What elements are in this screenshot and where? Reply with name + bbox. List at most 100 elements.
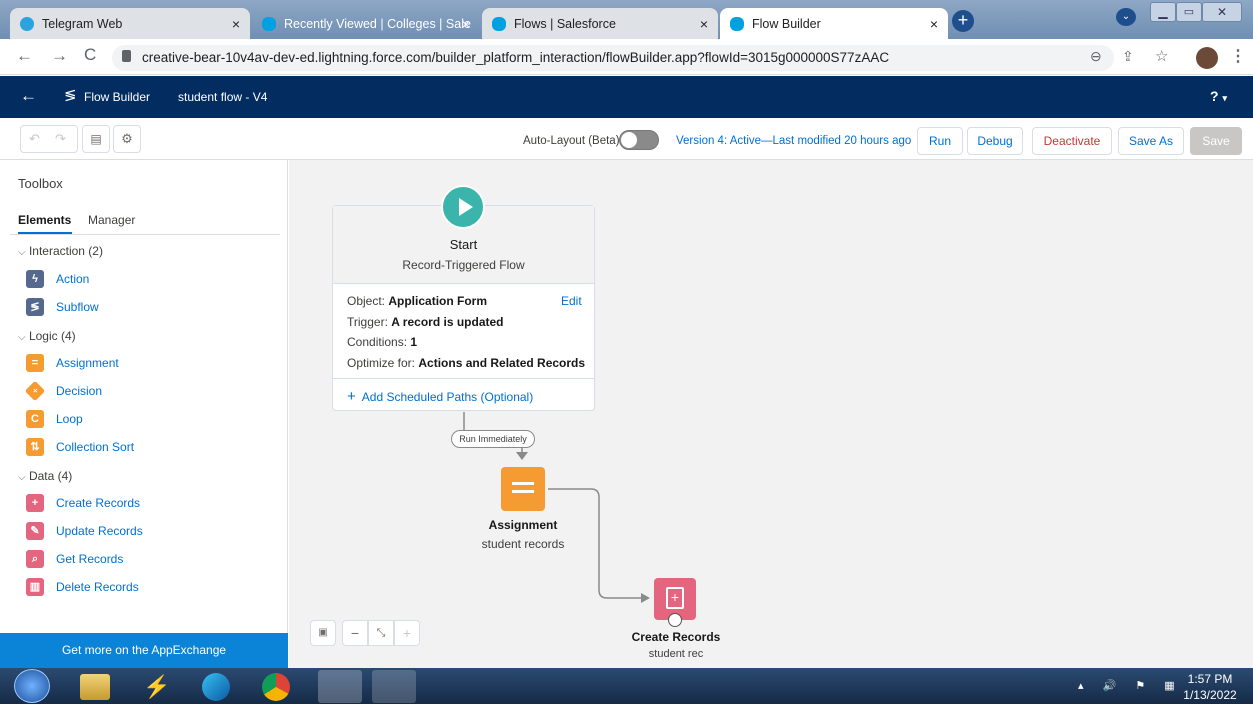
auto-layout-toggle[interactable] (619, 130, 659, 150)
debug-button[interactable]: Debug (967, 127, 1023, 155)
media-player-icon[interactable] (372, 670, 416, 703)
file-explorer-icon[interactable] (80, 674, 110, 700)
record-update-icon: ✎ (26, 522, 44, 540)
back-arrow-icon[interactable]: ← (16, 46, 33, 66)
save-as-button[interactable]: Save As (1118, 127, 1184, 155)
start-conditions-row: Conditions: 1 (347, 335, 417, 349)
start-subtitle: Record-Triggered Flow (402, 258, 525, 272)
tabs-divider (10, 234, 280, 235)
window-controls: ⌄ ▁ ▭ ✕ (1088, 2, 1248, 26)
share-icon[interactable]: ⇪ (1122, 48, 1134, 65)
toolbox-item-assignment[interactable]: = Assignment (26, 352, 119, 374)
flow-name: student flow - V4 (178, 90, 268, 104)
trigger-value: A record is updated (391, 315, 504, 329)
browser-tab-telegram[interactable]: Telegram Web × (10, 8, 250, 39)
run-button[interactable]: Run (917, 127, 963, 155)
tab-label: Recently Viewed | Colleges | Sale (284, 16, 471, 31)
clock-date[interactable]: 1/13/2022 (1180, 688, 1240, 702)
back-arrow-icon[interactable]: ← (20, 86, 37, 106)
system-tray-icons[interactable]: ▴ 🔊 ⚑ ▦ (1078, 679, 1183, 692)
toolbox-item-decision[interactable]: + Decision (24, 380, 102, 402)
object-label: Object: (347, 294, 386, 308)
close-window-button[interactable]: ✕ (1202, 2, 1242, 22)
browser-tab-flow-builder[interactable]: Flow Builder × (720, 8, 948, 39)
avatar[interactable] (1196, 47, 1218, 69)
zoom-in-button[interactable]: + (394, 620, 420, 646)
toolbox-item-loop[interactable]: C Loop (26, 408, 83, 430)
zoom-icon[interactable]: ⊖ (1090, 48, 1102, 65)
zoom-out-button[interactable]: − (342, 620, 368, 646)
start-divider (333, 378, 594, 379)
lock-icon (122, 50, 131, 62)
item-label: Assignment (56, 356, 119, 370)
maximize-button[interactable]: ▭ (1176, 2, 1202, 22)
undo-icon[interactable]: ↶ (29, 131, 40, 147)
start-optimize-row: Optimize for: Actions and Related Record… (347, 356, 585, 370)
toolbox-item-subflow[interactable]: ≶ Subflow (26, 296, 99, 318)
tab-manager[interactable]: Manager (88, 213, 135, 227)
add-scheduled-paths-link[interactable]: + Add Scheduled Paths (Optional) (347, 388, 533, 405)
toolbox-item-collection-sort[interactable]: ⇅ Collection Sort (26, 436, 134, 458)
section-label: Interaction (2) (28, 244, 103, 258)
item-label: Create Records (56, 496, 141, 510)
trigger-label: Trigger: (347, 315, 388, 329)
toolbox-item-action[interactable]: ϟ Action (26, 268, 89, 290)
browser-tab-flows[interactable]: Flows | Salesforce × (482, 8, 718, 39)
appexchange-link[interactable]: Get more on the AppExchange (0, 633, 288, 668)
redo-icon[interactable]: ↷ (55, 131, 66, 147)
url-input[interactable]: creative-bear-10v4av-dev-ed.lightning.fo… (112, 45, 1114, 71)
toolbox-item-create-records[interactable]: + Create Records (26, 492, 140, 514)
close-tab-icon[interactable]: × (462, 16, 470, 32)
record-lookup-icon: ⌕ (26, 550, 44, 568)
section-interaction[interactable]: ⌵ Interaction (2) (18, 244, 103, 258)
subflow-icon: ≶ (26, 298, 44, 316)
new-tab-button[interactable]: + (952, 10, 974, 32)
help-menu-button[interactable]: ? ▾ (1210, 88, 1227, 104)
toolbox-item-get-records[interactable]: ⌕ Get Records (26, 548, 123, 570)
plus-icon: + (347, 388, 356, 405)
toolbox-item-delete-records[interactable]: ▥ Delete Records (26, 576, 139, 598)
close-tab-icon[interactable]: × (930, 16, 938, 32)
toolbox-item-update-records[interactable]: ✎ Update Records (26, 520, 143, 542)
edit-link[interactable]: Edit (561, 294, 582, 308)
bookmark-star-icon[interactable]: ☆ (1155, 47, 1168, 65)
chevron-down-icon: ⌵ (18, 472, 26, 483)
profile-dropdown-icon[interactable]: ⌄ (1116, 8, 1136, 26)
connector-endpoint[interactable] (668, 613, 682, 627)
toggle-panel-button[interactable]: ▣ (310, 620, 336, 646)
help-icon: ? (1210, 88, 1219, 104)
zoom-controls: ▣ − ⤡ + (310, 620, 422, 648)
reload-icon[interactable]: C (84, 45, 96, 65)
windows-start-button[interactable] (14, 669, 50, 703)
deactivate-button[interactable]: Deactivate (1032, 127, 1112, 155)
edge-browser-icon[interactable] (202, 673, 230, 701)
minimize-button[interactable]: ▁ (1150, 2, 1176, 22)
item-label: Action (56, 272, 90, 286)
record-create-icon: + (666, 587, 684, 609)
play-icon[interactable] (441, 185, 485, 229)
app-pinned-icon[interactable]: ⚡ (142, 674, 172, 700)
close-tab-icon[interactable]: × (232, 16, 240, 32)
browser-menu-icon[interactable]: ⋮ (1230, 46, 1246, 66)
section-label: Data (4) (28, 469, 73, 483)
create-records-title: Create Records (631, 630, 721, 644)
chrome-active-window-icon[interactable] (318, 670, 362, 703)
chevron-down-icon: ⌵ (18, 247, 26, 258)
loop-icon: C (26, 410, 44, 428)
add-paths-label: Add Scheduled Paths (Optional) (361, 390, 534, 404)
forward-arrow-icon[interactable]: → (51, 46, 68, 66)
start-title: Start (449, 237, 478, 252)
settings-button[interactable]: ⚙ (113, 125, 141, 153)
chrome-browser-icon[interactable] (262, 673, 290, 701)
copy-button[interactable]: ▤ (82, 125, 110, 153)
assignment-node[interactable] (501, 467, 545, 511)
tab-elements[interactable]: Elements (18, 213, 71, 227)
save-button[interactable]: Save (1190, 127, 1242, 155)
run-immediately-label[interactable]: Run Immediately (451, 430, 535, 448)
fit-view-button[interactable]: ⤡ (368, 620, 394, 646)
close-tab-icon[interactable]: × (700, 16, 708, 32)
section-logic[interactable]: ⌵ Logic (4) (18, 329, 76, 343)
browser-tab-colleges[interactable]: Recently Viewed | Colleges | Sale × (252, 8, 480, 39)
clock-time[interactable]: 1:57 PM (1185, 672, 1235, 686)
section-data[interactable]: ⌵ Data (4) (18, 469, 72, 483)
